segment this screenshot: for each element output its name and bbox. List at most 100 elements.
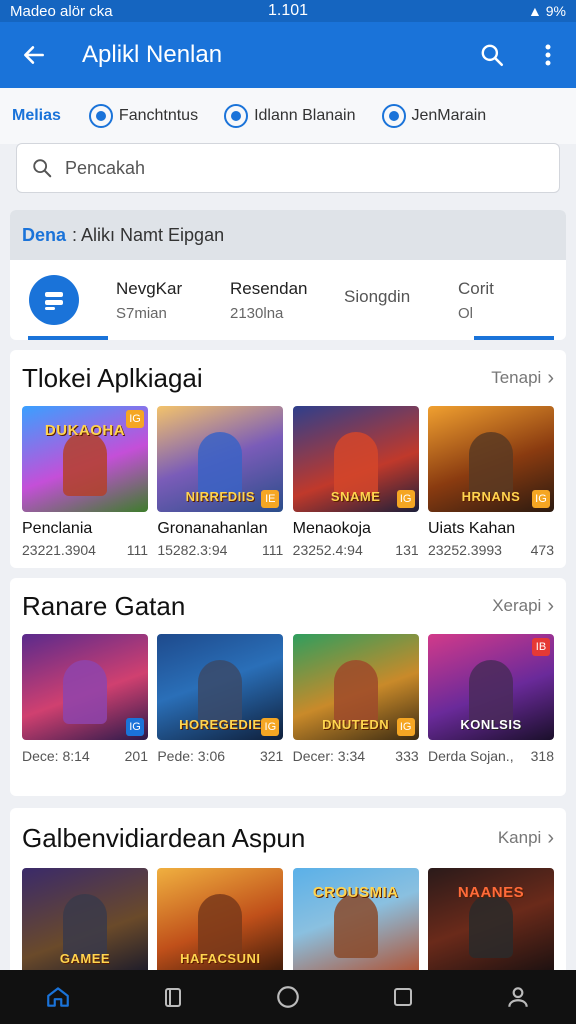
battery-percent: 9% <box>545 3 566 19</box>
app-card[interactable]: IG Dece: 8:14 201 <box>22 634 148 764</box>
chip-0[interactable]: Melias <box>12 107 61 125</box>
card-row: IG Dece: 8:14 201 HOREGEDIE IG Pede: 3:06… <box>10 634 566 764</box>
card-meta-left: 23252.4:94 <box>292 542 363 558</box>
rating-badge: IG <box>126 718 144 736</box>
card-title: Menaokoja <box>292 520 371 537</box>
thumbnail-title: HOREGEDIE <box>179 717 262 732</box>
stat-value: 2130lna <box>230 304 284 322</box>
more-menu-button[interactable] <box>520 22 576 88</box>
game-thumbnail: DUKAOHA IG <box>22 406 148 512</box>
chip-3[interactable]: JenMarain <box>381 104 487 128</box>
app-logo[interactable] <box>10 260 108 340</box>
chip-2[interactable]: Idlann Blanain <box>224 104 356 128</box>
search-icon <box>481 44 504 67</box>
app-card[interactable]: KONLSIS IB Derda Sojan., 318 <box>427 634 554 764</box>
rating-badge: IG <box>261 718 280 736</box>
app-card[interactable]: NAANES <box>427 868 554 974</box>
app-card[interactable]: HRNANS IG Uiats Kahan 23252.3993 473 <box>427 406 554 558</box>
card-title: Penclania <box>22 520 93 537</box>
see-all-link[interactable]: Kanpi › <box>498 827 554 850</box>
card-meta-left: 15282.3:94 <box>157 542 228 558</box>
rating-badge: IG <box>396 490 415 508</box>
stat-label: Resendan <box>230 278 308 298</box>
promo-stats: NevgKar S7mian Resendan 2130lna Siongdin C… <box>10 260 566 340</box>
category-chips: Melias Fanchtntus Idlann Blanain JenMara… <box>0 88 576 144</box>
chevron-right-icon: › <box>547 594 554 617</box>
back-button[interactable] <box>0 22 68 88</box>
app-card[interactable]: DUKAOHA IG Penclania 23221.3904 111 <box>22 406 148 558</box>
card-meta: Dece: 8:14 201 <box>22 748 148 764</box>
search-field[interactable] <box>16 143 560 193</box>
section-title: Ranare Gatan <box>22 590 186 621</box>
game-thumbnail: KONLSIS IB <box>427 634 554 740</box>
see-all-label: Tenapi <box>491 368 542 387</box>
game-thumbnail: NIRRFDIIS IE <box>157 406 284 512</box>
app-icon <box>381 104 406 128</box>
chip-label: JenMarain <box>411 107 487 124</box>
section-1: Ranare Gatan Xerapi › IG Dece: 8:14 201 HO… <box>10 578 566 796</box>
app-logo-icon <box>29 275 79 325</box>
app-card[interactable]: CROUSMIA <box>292 868 419 974</box>
card-meta-left: 23221.3904 <box>22 542 96 558</box>
see-all-link[interactable]: Xerapi › <box>492 595 554 618</box>
promo-card: Dena : Alikı Namt Eipgan NevgKar S7mian R… <box>10 210 566 340</box>
promo-header-text: : Alikı Namt Eipgan <box>72 224 225 245</box>
card-meta-right: 111 <box>126 542 148 558</box>
app-card[interactable]: SNAME IG Menaokoja 23252.4:94 131 <box>292 406 419 558</box>
rating-badge: IG <box>396 718 415 736</box>
see-all-label: Xerapi <box>492 596 542 615</box>
card-meta: 23221.3904 111 <box>22 542 148 558</box>
chip-1[interactable]: Fanchtntus <box>88 104 199 128</box>
card-meta-right: 131 <box>395 542 419 558</box>
app-card[interactable]: HAFACSUNI <box>157 868 284 974</box>
section-header: Galbenvidiardean Aspun Kanpi › <box>10 808 566 868</box>
nav-home-button[interactable] <box>28 970 88 1024</box>
app-card[interactable]: NIRRFDIIS IE Gronanahanlan 15282.3:94 111 <box>157 406 284 558</box>
search-button[interactable] <box>464 22 520 88</box>
nav-library-button[interactable] <box>143 970 203 1024</box>
nav-profile-button[interactable] <box>488 970 548 1024</box>
arrow-left-icon <box>24 46 44 64</box>
search-input[interactable] <box>65 157 559 179</box>
card-meta: Derda Sojan., 318 <box>428 748 554 764</box>
section-0: Tlokei Aplkiagai Tenapi › DUKAOHA IG Penc… <box>10 350 566 568</box>
stat-2[interactable]: Siongdin <box>326 287 440 313</box>
app-card[interactable]: HOREGEDIE IG Pede: 3:06 321 <box>157 634 284 764</box>
card-meta-right: 321 <box>259 748 284 764</box>
nav-home-circle-button[interactable] <box>258 970 318 1024</box>
thumbnail-title: DNUTEDN <box>322 717 390 732</box>
section-header: Tlokei Aplkiagai Tenapi › <box>10 350 566 406</box>
app-bar: Aplikl Nenlan <box>0 22 576 88</box>
battery-indicator: ▲ 9% <box>528 3 566 19</box>
thumbnail-title: NAANES <box>457 884 525 901</box>
app-card[interactable]: GAMEE <box>22 868 148 974</box>
chip-label: Fanchtntus <box>118 107 199 124</box>
search-icon <box>33 159 52 178</box>
page-title: Aplikl Nenlan <box>82 41 223 68</box>
chip-label: Melias <box>12 107 61 124</box>
app-card[interactable]: DNUTEDN IG Decer: 3:34 333 <box>292 634 419 764</box>
rating-badge: IE <box>261 490 280 508</box>
rating-badge: IG <box>531 490 550 508</box>
game-thumbnail: HRNANS IG <box>427 406 554 512</box>
nav-recent-button[interactable] <box>373 970 433 1024</box>
card-title: Gronanahanlan <box>157 520 268 537</box>
rating-badge: IG <box>126 410 144 428</box>
stat-3[interactable]: Corit Ol <box>440 279 554 322</box>
status-left-text: Madeo alör cka <box>10 2 113 20</box>
stat-1[interactable]: Resendan 2130lna <box>212 279 326 322</box>
card-meta: Decer: 3:34 333 <box>293 748 419 764</box>
game-thumbnail: SNAME IG <box>292 406 419 512</box>
game-thumbnail: DNUTEDN IG <box>292 634 419 740</box>
app-icon <box>224 104 249 128</box>
game-thumbnail: GAMEE <box>22 868 148 974</box>
see-all-link[interactable]: Tenapi › <box>491 367 554 390</box>
signal-icon: ▲ <box>528 3 546 19</box>
status-bar: Madeo alör cka 1.101 ▲ 9% <box>0 0 576 22</box>
chevron-right-icon: › <box>547 366 554 389</box>
home-icon <box>46 987 69 1007</box>
stat-0[interactable]: NevgKar S7mian <box>98 279 212 322</box>
tab-indicator <box>474 336 554 340</box>
thumbnail-title: GAMEE <box>59 951 111 966</box>
user-icon <box>508 987 529 1007</box>
